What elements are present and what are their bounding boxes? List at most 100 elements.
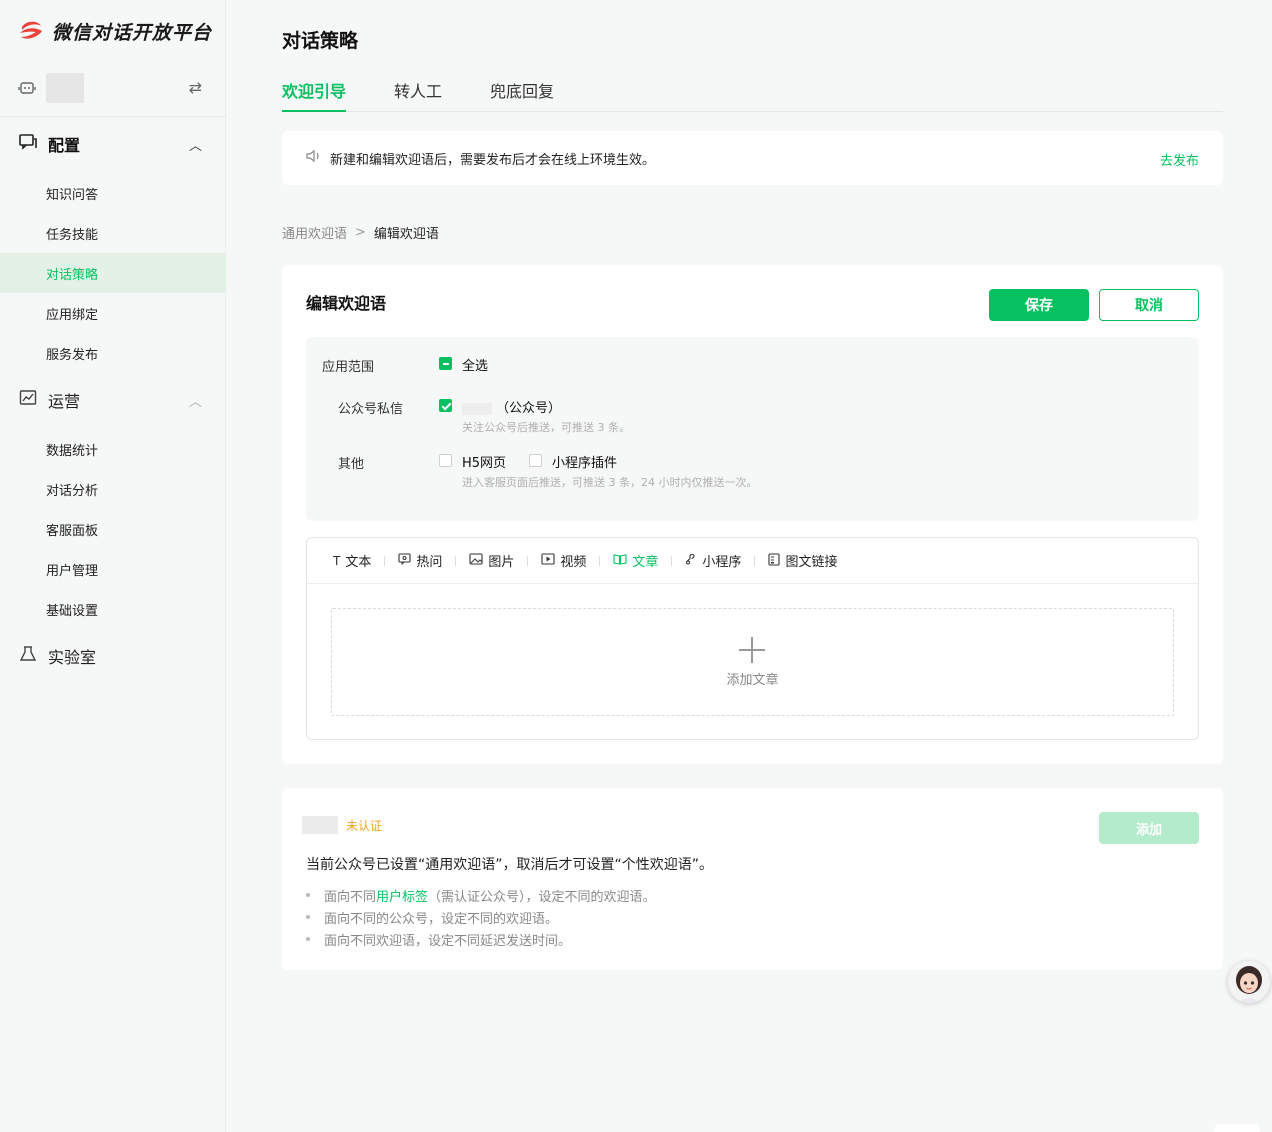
breadcrumb-parent[interactable]: 通用欢迎语 — [282, 223, 347, 242]
switch-icon[interactable]: ⇄ — [189, 78, 202, 97]
toolbar-divider — [527, 555, 529, 566]
bot-name-masked — [46, 73, 84, 103]
content-editor: T 文本 热问 图片 视频 文章 小程序 图文链接 添加文章 — [306, 537, 1199, 740]
tab-fallback-reply[interactable]: 兜底回复 — [490, 78, 554, 112]
chart-icon — [18, 389, 38, 411]
sidebar-item-dialog-analysis[interactable]: 对话分析 — [0, 469, 226, 509]
content-type-toolbar: T 文本 热问 图片 视频 文章 小程序 图文链接 — [307, 538, 1198, 584]
feature-list: 面向不同 用户标签 （需认证公众号），设定不同的欢迎语。 面向不同的公众号，设定不同… — [306, 884, 656, 950]
sidebar-item-data-stats[interactable]: 数据统计 — [0, 429, 226, 469]
bot-selector[interactable]: ⇄ — [18, 70, 208, 106]
scope-label: 应用范围 — [322, 360, 375, 375]
tool-link-card[interactable]: 图文链接 — [768, 551, 837, 570]
sidebar-item-app-binding[interactable]: 应用绑定 — [0, 293, 226, 333]
toolbar-divider — [384, 555, 386, 566]
sidebar-item-knowledge-qa[interactable]: 知识问答 — [0, 173, 226, 213]
flask-icon — [18, 645, 38, 667]
sidebar-item-dialog-strategy[interactable]: 对话策略 — [0, 253, 226, 293]
tab-welcome-guide[interactable]: 欢迎引导 — [282, 78, 347, 112]
corner-widget[interactable] — [1214, 1124, 1260, 1132]
tool-text[interactable]: T 文本 — [333, 551, 371, 571]
list-item: 面向不同 用户标签 （需认证公众号），设定不同的欢迎语。 — [306, 884, 656, 906]
sidebar-group-label: 运营 — [48, 392, 81, 411]
add-button[interactable]: 添加 — [1099, 812, 1199, 844]
speaker-icon — [306, 149, 322, 167]
chevron-up-icon: ︿ — [188, 395, 202, 410]
sidebar-item-task-skills[interactable]: 任务技能 — [0, 213, 226, 253]
breadcrumb-separator: > — [355, 225, 366, 240]
add-article-area[interactable]: 添加文章 — [331, 608, 1174, 716]
list-item: 面向不同欢迎语，设定不同延迟发送时间。 — [306, 928, 656, 950]
tool-image[interactable]: 图片 — [469, 551, 514, 570]
info-text: 当前公众号已设置“通用欢迎语”，取消后才可设置“个性欢迎语”。 — [306, 857, 714, 873]
sidebar-group-label: 配置 — [48, 136, 81, 155]
official-account-hint: 关注公众号后推送，可推送 3 条。 — [462, 421, 630, 434]
chevron-up-icon: ︿ — [188, 139, 202, 154]
user-tag-link[interactable]: 用户标签 — [376, 886, 428, 905]
official-account-checkbox[interactable] — [439, 399, 452, 412]
video-icon — [541, 553, 555, 568]
breadcrumb: 通用欢迎语 > 编辑欢迎语 — [282, 223, 439, 242]
tool-miniprogram[interactable]: 小程序 — [685, 551, 741, 570]
tool-video[interactable]: 视频 — [541, 551, 586, 570]
account-name-masked — [462, 402, 492, 415]
sidebar-item-user-management[interactable]: 用户管理 — [0, 549, 226, 589]
robot-icon — [18, 79, 36, 97]
sidebar-item-service-panel[interactable]: 客服面板 — [0, 509, 226, 549]
miniprogram-plugin-checkbox[interactable] — [529, 454, 542, 467]
link-card-icon — [768, 552, 780, 569]
publish-notice: 新建和编辑欢迎语后，需要发布后才会在线上环境生效。 去发布 — [282, 131, 1223, 185]
sidebar-group-operations[interactable]: 运营 ︿ — [18, 385, 208, 415]
notice-text: 新建和编辑欢迎语后，需要发布后才会在线上环境生效。 — [330, 152, 656, 168]
account-avatar-masked — [302, 816, 338, 834]
tool-hot-question[interactable]: 热问 — [398, 551, 442, 570]
app-logo[interactable]: 微信对话开放平台 — [18, 16, 212, 46]
tab-transfer-human[interactable]: 转人工 — [394, 78, 442, 112]
select-all-checkbox[interactable] — [439, 357, 452, 370]
sidebar: 微信对话开放平台 ⇄ 配置 ︿ 知识问答 任务技能 对话策略 应用绑定 服务发布… — [0, 0, 226, 1132]
tool-article[interactable]: 文章 — [613, 551, 658, 570]
toolbar-divider — [599, 555, 601, 566]
toolbar-divider — [671, 555, 673, 566]
chat-config-icon — [18, 133, 38, 155]
assistant-avatar[interactable] — [1228, 961, 1270, 1003]
miniprogram-plugin-label[interactable]: 小程序插件 — [552, 452, 617, 471]
h5-label[interactable]: H5网页 — [462, 452, 506, 471]
toolbar-divider — [754, 555, 756, 566]
official-account-label: 公众号私信 — [338, 402, 404, 417]
toolbar-divider — [455, 555, 457, 566]
sidebar-group-lab[interactable]: 实验室 — [18, 641, 208, 671]
add-article-label: 添加文章 — [726, 673, 779, 688]
unverified-badge: 未认证 — [346, 819, 383, 833]
image-icon — [469, 553, 483, 568]
article-icon — [613, 553, 627, 568]
select-all-label[interactable]: 全选 — [462, 355, 488, 374]
sidebar-divider — [0, 116, 226, 117]
official-account-option[interactable]: （公众号） — [462, 397, 561, 416]
other-hint: 进入客服页面后推送，可推送 3 条，24 小时内仅推送一次。 — [462, 476, 758, 489]
sidebar-item-basic-settings[interactable]: 基础设置 — [0, 589, 226, 629]
h5-checkbox[interactable] — [439, 454, 452, 467]
sidebar-group-label: 实验室 — [48, 648, 97, 667]
list-item: 面向不同的公众号，设定不同的欢迎语。 — [306, 906, 656, 928]
miniprogram-icon — [685, 553, 697, 568]
sidebar-group-config[interactable]: 配置 ︿ — [18, 129, 208, 159]
cancel-button[interactable]: 取消 — [1099, 289, 1199, 321]
logo-icon — [20, 21, 42, 39]
personal-welcome-card: 未认证 添加 当前公众号已设置“通用欢迎语”，取消后才可设置“个性欢迎语”。 面… — [282, 788, 1223, 970]
app-name: 微信对话开放平台 — [52, 21, 213, 44]
edit-welcome-card: 编辑欢迎语 保存 取消 应用范围 全选 公众号私信 （公众号） 关注公众号后推送… — [282, 265, 1223, 764]
plus-icon — [739, 637, 765, 663]
assistant-avatar-icon — [1228, 961, 1270, 1003]
hot-question-icon — [398, 553, 411, 568]
card-title: 编辑欢迎语 — [306, 294, 387, 313]
breadcrumb-current: 编辑欢迎语 — [373, 227, 439, 242]
save-button[interactable]: 保存 — [989, 289, 1089, 321]
text-icon: T — [333, 553, 341, 568]
sidebar-item-service-publish[interactable]: 服务发布 — [0, 333, 226, 373]
scope-panel: 应用范围 全选 公众号私信 （公众号） 关注公众号后推送，可推送 3 条。 其他… — [306, 337, 1199, 521]
tab-bar: 欢迎引导 转人工 兜底回复 — [282, 78, 1223, 112]
page-title: 对话策略 — [282, 30, 359, 52]
other-label: 其他 — [338, 457, 365, 472]
publish-link[interactable]: 去发布 — [1160, 150, 1199, 169]
